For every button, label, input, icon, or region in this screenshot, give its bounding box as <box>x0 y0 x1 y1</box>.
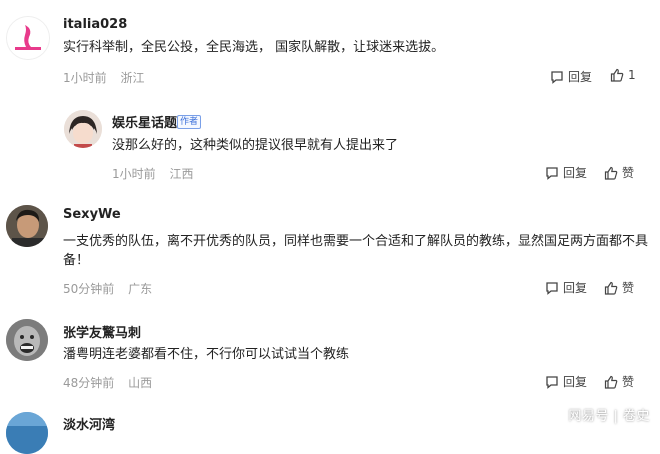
username[interactable]: SexyWe <box>63 207 121 222</box>
watermark: 网易号 | 卷史 <box>568 409 650 424</box>
avatar[interactable] <box>6 412 48 454</box>
reply-button[interactable]: 回复 <box>545 279 587 296</box>
comment-meta: 50分钟前 广东 <box>63 280 162 297</box>
author-badge: 作者 <box>177 115 202 129</box>
username[interactable]: italia028 <box>63 17 127 32</box>
comment-meta: 1小时前 江西 <box>112 165 203 182</box>
username[interactable]: 张学友驚马刺 <box>63 322 141 341</box>
comment-bubble-icon <box>546 281 558 295</box>
reply-button[interactable]: 回复 <box>545 164 587 181</box>
comment-location: 山西 <box>128 376 153 390</box>
comment-text-line-1: 一支优秀的队伍，离不开优秀的队员，同样也需要一个合适和了解队员的教练，显然国足两… <box>63 234 649 249</box>
comment-location: 浙江 <box>120 71 145 85</box>
avatar[interactable] <box>6 205 48 247</box>
username[interactable]: 娱乐星话题 <box>112 112 177 131</box>
avatar[interactable] <box>6 16 50 60</box>
like-button[interactable]: 赞 <box>604 164 634 181</box>
thumbs-up-icon <box>610 68 624 82</box>
thumbs-up-icon <box>604 375 618 389</box>
thumbs-up-icon <box>604 166 618 180</box>
like-button[interactable]: 1 <box>610 68 636 82</box>
comment-bubble-icon <box>551 70 563 84</box>
reply-button[interactable]: 回复 <box>545 373 587 390</box>
comment-text: 实行科举制，全民公投，全民海选， 国家队解散，让球迷来选拔。 <box>63 40 445 55</box>
comment-bubble-icon <box>546 166 558 180</box>
like-button[interactable]: 赞 <box>604 373 634 390</box>
comment-location: 江西 <box>169 167 194 181</box>
comment-bubble-icon <box>546 375 558 389</box>
avatar[interactable] <box>64 110 102 148</box>
reply-button[interactable]: 回复 <box>550 68 592 85</box>
comment-time: 1小时前 <box>63 71 107 85</box>
comment-text: 潘粤明连老婆都看不住，不行你可以试试当个教练 <box>63 347 350 362</box>
comment-text-line-2: 备！ <box>63 253 90 268</box>
username[interactable]: 淡水河湾 <box>63 414 115 433</box>
comment-text: 没那么好的，这种类似的提议很早就有人提出来了 <box>112 138 399 153</box>
comment-meta: 48分钟前 山西 <box>63 374 162 391</box>
comment-location: 广东 <box>128 282 153 296</box>
like-button[interactable]: 赞 <box>604 279 634 296</box>
thumbs-up-icon <box>604 281 618 295</box>
comment-meta: 1小时前 浙江 <box>63 69 154 86</box>
comment-time: 50分钟前 <box>63 282 115 296</box>
comment-time: 48分钟前 <box>63 376 115 390</box>
avatar[interactable] <box>6 319 48 361</box>
comment-time: 1小时前 <box>112 167 156 181</box>
